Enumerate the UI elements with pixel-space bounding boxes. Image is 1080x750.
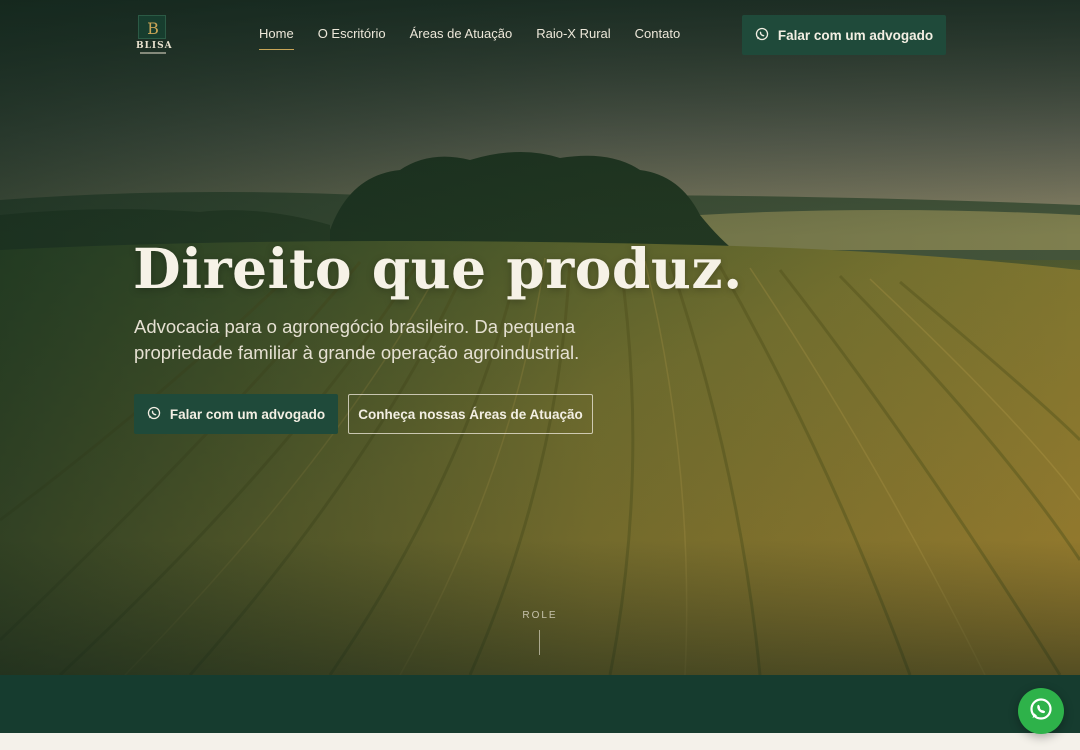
- hero-subtitle: Advocacia para o agronegócio brasileiro.…: [134, 316, 580, 363]
- whatsapp-icon: [755, 27, 769, 44]
- next-section: [0, 733, 1080, 750]
- nav-item-o-escritorio[interactable]: O Escritório: [318, 26, 386, 44]
- scroll-indicator-line: [539, 630, 540, 655]
- hero-secondary-label: Conheça nossas Áreas de Atuação: [358, 406, 583, 422]
- nav-item-contato[interactable]: Contato: [635, 26, 681, 44]
- brand-name: BLISA: [136, 41, 173, 51]
- main-nav: Home O Escritório Áreas de Atuação Raio-…: [259, 26, 681, 50]
- whatsapp-floating-button[interactable]: [1018, 688, 1064, 734]
- nav-item-raio-x-rural[interactable]: Raio-X Rural: [536, 26, 610, 44]
- brand-logo[interactable]: B BLISA: [136, 15, 173, 55]
- logo-mark-icon: B: [138, 15, 166, 39]
- nav-item-home[interactable]: Home: [259, 26, 294, 50]
- hero-secondary-button[interactable]: Conheça nossas Áreas de Atuação: [348, 394, 593, 434]
- scroll-label: ROLE: [522, 610, 558, 621]
- section-band: [0, 675, 1080, 733]
- logo-underline: [140, 52, 166, 54]
- hero-headline: Direito que produz.: [133, 236, 743, 301]
- whatsapp-icon: [147, 406, 161, 423]
- hero-primary-button[interactable]: Falar com um advogado: [134, 394, 338, 434]
- hero-primary-label: Falar com um advogado: [169, 406, 326, 422]
- whatsapp-icon: [1029, 697, 1053, 726]
- nav-item-areas-de-atuacao[interactable]: Áreas de Atuação: [410, 26, 513, 44]
- svg-text:B: B: [147, 19, 159, 38]
- header-cta-button[interactable]: Falar com um advogado: [742, 15, 946, 55]
- header-cta-label: Falar com um advogado: [777, 27, 934, 43]
